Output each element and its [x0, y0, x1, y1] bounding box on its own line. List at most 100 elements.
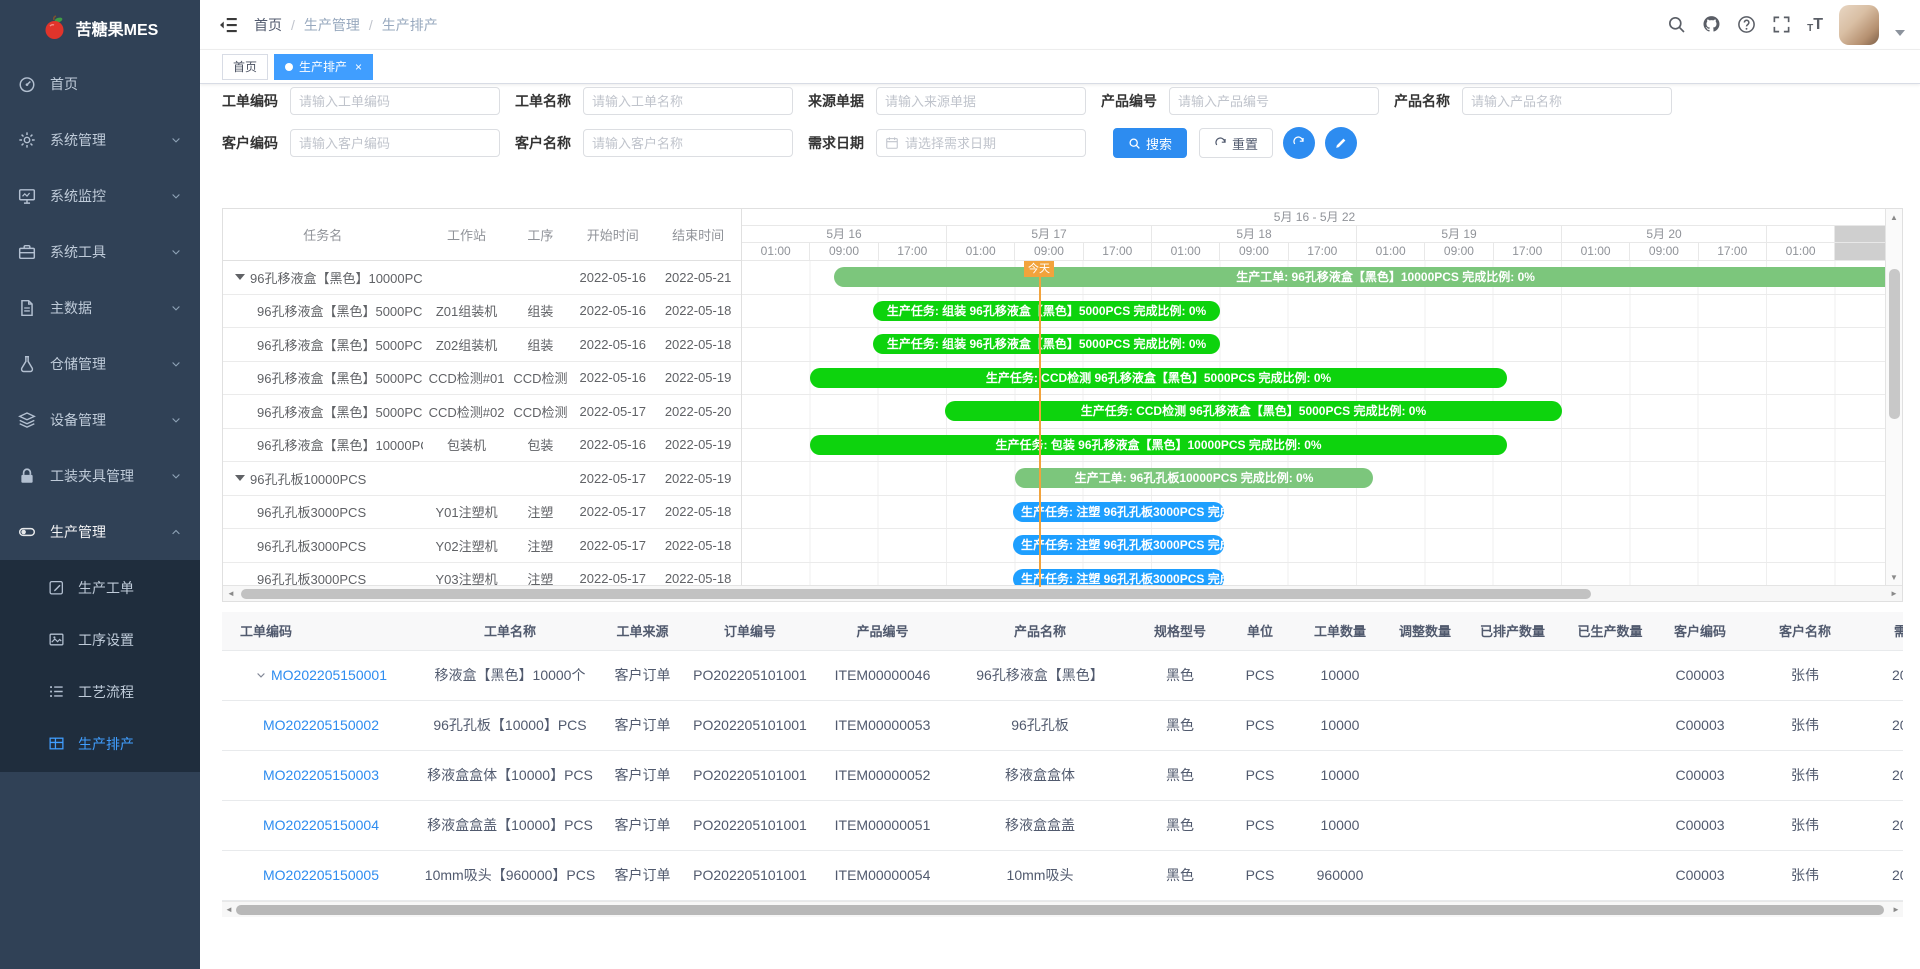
gantt-task-row[interactable]: 96孔孔板3000PCSY01注塑机注塑2022-05-172022-05-18	[223, 496, 741, 530]
font-size-icon[interactable]: TT	[1807, 16, 1823, 34]
work-order-bar[interactable]: 生产工单: 96孔移液盒【黑色】10000PCS 完成比例: 0%	[834, 267, 1887, 287]
table-row[interactable]: MO20220515000296孔孔板【10000】PCS客户订单PO20220…	[222, 700, 1903, 750]
sidebar-item-首页[interactable]: 首页	[0, 56, 200, 112]
gantt-task-row[interactable]: 96孔移液盒【黑色】5000PCSZ02组装机组装2022-05-162022-…	[223, 328, 741, 362]
sidebar-subitem-工序设置[interactable]: 工序设置	[0, 614, 200, 666]
工单名称-input[interactable]	[592, 94, 784, 109]
cell-unit: PCS	[1230, 700, 1290, 750]
来源单据-input[interactable]	[885, 94, 1077, 109]
table-row[interactable]: MO20220515000510mm吸头【960000】PCS客户订单PO202…	[222, 850, 1903, 900]
sidebar: 苦糖果MES 首页系统管理系统监控系统工具主数据仓储管理设备管理工装夹具管理生产…	[0, 0, 200, 969]
work-order-bar[interactable]: 生产工单: 96孔孔板10000PCS 完成比例: 0%	[1015, 468, 1373, 488]
scroll-right-arrow-icon[interactable]: ►	[1886, 586, 1902, 602]
sidebar-item-系统管理[interactable]: 系统管理	[0, 112, 200, 168]
work-order-link[interactable]: MO202205150003	[263, 767, 379, 783]
search-button[interactable]: 搜索	[1113, 128, 1187, 158]
breadcrumb-item-生产管理[interactable]: 生产管理	[304, 15, 360, 35]
gantt-day-overflow	[1767, 226, 1835, 242]
gantt-task-row[interactable]: 96孔移液盒【黑色】5000PCSCCD检测#01CCD检测2022-05-16…	[223, 362, 741, 396]
sidebar-item-生产管理[interactable]: 生产管理	[0, 504, 200, 560]
breadcrumb-item-首页[interactable]: 首页	[254, 15, 282, 35]
table-row[interactable]: MO202205150004移液盒盒盖【10000】PCS客户订单PO20220…	[222, 800, 1903, 850]
cell-code: MO202205150004	[222, 800, 420, 850]
work-order-link[interactable]: MO202205150001	[271, 667, 387, 683]
scroll-down-arrow-icon[interactable]: ▼	[1886, 571, 1902, 585]
gantt-panel: 任务名工作站工序开始时间结束时间96孔移液盒【黑色】10000PCS2022-0…	[222, 208, 1903, 602]
work-order-link[interactable]: MO202205150002	[263, 717, 379, 733]
filter-field-客户名称: 客户名称	[515, 129, 793, 157]
breadcrumb-item-生产排产[interactable]: 生产排产	[382, 15, 438, 35]
sidebar-subitem-工艺流程[interactable]: 工艺流程	[0, 666, 200, 718]
sidebar-item-仓储管理[interactable]: 仓储管理	[0, 336, 200, 392]
gantt-left-table: 任务名工作站工序开始时间结束时间96孔移液盒【黑色】10000PCS2022-0…	[223, 209, 742, 587]
sidebar-submenu-production: 生产工单工序设置工艺流程生产排产	[0, 560, 200, 772]
app-logo[interactable]: 苦糖果MES	[0, 0, 200, 56]
sidebar-subitem-生产工单[interactable]: 生产工单	[0, 562, 200, 614]
table-row[interactable]: MO202205150003移液盒盒体【10000】PCS客户订单PO20220…	[222, 750, 1903, 800]
sidebar-item-主数据[interactable]: 主数据	[0, 280, 200, 336]
collapse-caret-icon[interactable]	[235, 274, 245, 280]
task-bar[interactable]: 生产任务: 包装 96孔移液盒【黑色】10000PCS 完成比例: 0%	[810, 435, 1507, 455]
task-bar[interactable]: 生产任务: CCD检测 96孔移液盒【黑色】5000PCS 完成比例: 0%	[810, 368, 1507, 388]
gantt-task-row[interactable]: 96孔孔板3000PCSY02注塑机注塑2022-05-172022-05-18	[223, 529, 741, 563]
navbar-actions: TT	[1667, 5, 1905, 45]
gantt-hscroll-thumb[interactable]	[241, 589, 1591, 599]
task-bar[interactable]: 生产任务: CCD检测 96孔移液盒【黑色】5000PCS 完成比例: 0%	[945, 401, 1562, 421]
task-bar[interactable]: 生产任务: 组装 96孔移液盒【黑色】5000PCS 完成比例: 0%	[873, 301, 1220, 321]
gantt-task-cell: 2022-05-17	[570, 571, 655, 586]
gantt-vscroll-thumb[interactable]	[1889, 269, 1900, 419]
sidebar-item-工装夹具管理[interactable]: 工装夹具管理	[0, 448, 200, 504]
sidebar-item-系统工具[interactable]: 系统工具	[0, 224, 200, 280]
table-hscroll-thumb[interactable]	[236, 905, 1884, 915]
gantt-bar-row: 生产任务: 组装 96孔移液盒【黑色】5000PCS 完成比例: 0%	[742, 328, 1887, 362]
gantt-task-row[interactable]: 96孔移液盒【黑色】10000PCS包装机包装2022-05-162022-05…	[223, 429, 741, 463]
work-order-link[interactable]: MO202205150005	[263, 867, 379, 883]
cell-cust_name: 张伟	[1745, 750, 1865, 800]
scroll-left-arrow-icon[interactable]: ◄	[223, 586, 239, 602]
selected-task-bar[interactable]: 生产任务: 注塑 96孔孔板3000PCS 完成	[1013, 502, 1224, 522]
gantt-task-row[interactable]: 96孔孔板10000PCS2022-05-172022-05-19	[223, 462, 741, 496]
gantt-horizontal-scrollbar[interactable]: ◄►	[223, 585, 1902, 601]
客户编码-input[interactable]	[299, 136, 491, 151]
refresh-round-button[interactable]	[1283, 127, 1315, 159]
sidebar-item-系统监控[interactable]: 系统监控	[0, 168, 200, 224]
reset-button[interactable]: 重置	[1199, 128, 1273, 158]
需求日期-input[interactable]	[905, 136, 1077, 151]
tab-首页[interactable]: 首页	[222, 54, 268, 80]
gantt-task-row[interactable]: 96孔移液盒【黑色】10000PCS2022-05-162022-05-21	[223, 261, 741, 295]
filter-row-1: 工单编码工单名称来源单据产品编号产品名称	[222, 87, 1920, 115]
search-icon[interactable]	[1667, 15, 1686, 34]
gantt-task-row[interactable]: 96孔移液盒【黑色】5000PCSCCD检测#02CCD检测2022-05-17…	[223, 395, 741, 429]
产品名称-input[interactable]	[1471, 94, 1663, 109]
tab-生产排产[interactable]: 生产排产×	[274, 54, 373, 80]
sidebar-item-设备管理[interactable]: 设备管理	[0, 392, 200, 448]
table-row[interactable]: MO202205150001移液盒【黑色】10000个客户订单PO2022051…	[222, 650, 1903, 700]
user-avatar[interactable]	[1839, 5, 1879, 45]
tab-close-icon[interactable]: ×	[355, 60, 362, 74]
scroll-left-arrow-icon[interactable]: ◄	[222, 902, 236, 918]
cell-source: 客户订单	[600, 850, 685, 900]
scroll-right-arrow-icon[interactable]: ►	[1889, 902, 1903, 918]
gantt-task-cell: 组装	[510, 301, 570, 320]
github-icon[interactable]	[1702, 15, 1721, 34]
产品编号-input[interactable]	[1178, 94, 1370, 109]
gantt-task-cell: Z02组装机	[423, 335, 511, 354]
row-expand-caret-icon[interactable]	[255, 669, 267, 681]
gantt-task-row[interactable]: 96孔移液盒【黑色】5000PCSZ01组装机组装2022-05-162022-…	[223, 295, 741, 329]
question-icon[interactable]	[1737, 15, 1756, 34]
selected-task-bar[interactable]: 生产任务: 注塑 96孔孔板3000PCS 完成	[1013, 535, 1224, 555]
task-bar[interactable]: 生产任务: 组装 96孔移液盒【黑色】5000PCS 完成比例: 0%	[873, 334, 1220, 354]
sidebar-subitem-生产排产[interactable]: 生产排产	[0, 718, 200, 770]
work-order-link[interactable]: MO202205150004	[263, 817, 379, 833]
scroll-up-arrow-icon[interactable]: ▲	[1886, 211, 1902, 225]
工单编码-input[interactable]	[299, 94, 491, 109]
gantt-task-row[interactable]: 96孔孔板3000PCSY03注塑机注塑2022-05-172022-05-18	[223, 563, 741, 588]
collapse-caret-icon[interactable]	[235, 475, 245, 481]
fullscreen-icon[interactable]	[1772, 15, 1791, 34]
avatar-dropdown-caret-icon[interactable]	[1895, 30, 1905, 36]
sidebar-fold-icon[interactable]	[218, 15, 238, 35]
table-horizontal-scrollbar[interactable]: ◄ ►	[222, 901, 1903, 917]
gantt-vertical-scrollbar[interactable]: ▲▼	[1885, 209, 1902, 587]
客户名称-input[interactable]	[592, 136, 784, 151]
edit-round-button[interactable]	[1325, 127, 1357, 159]
